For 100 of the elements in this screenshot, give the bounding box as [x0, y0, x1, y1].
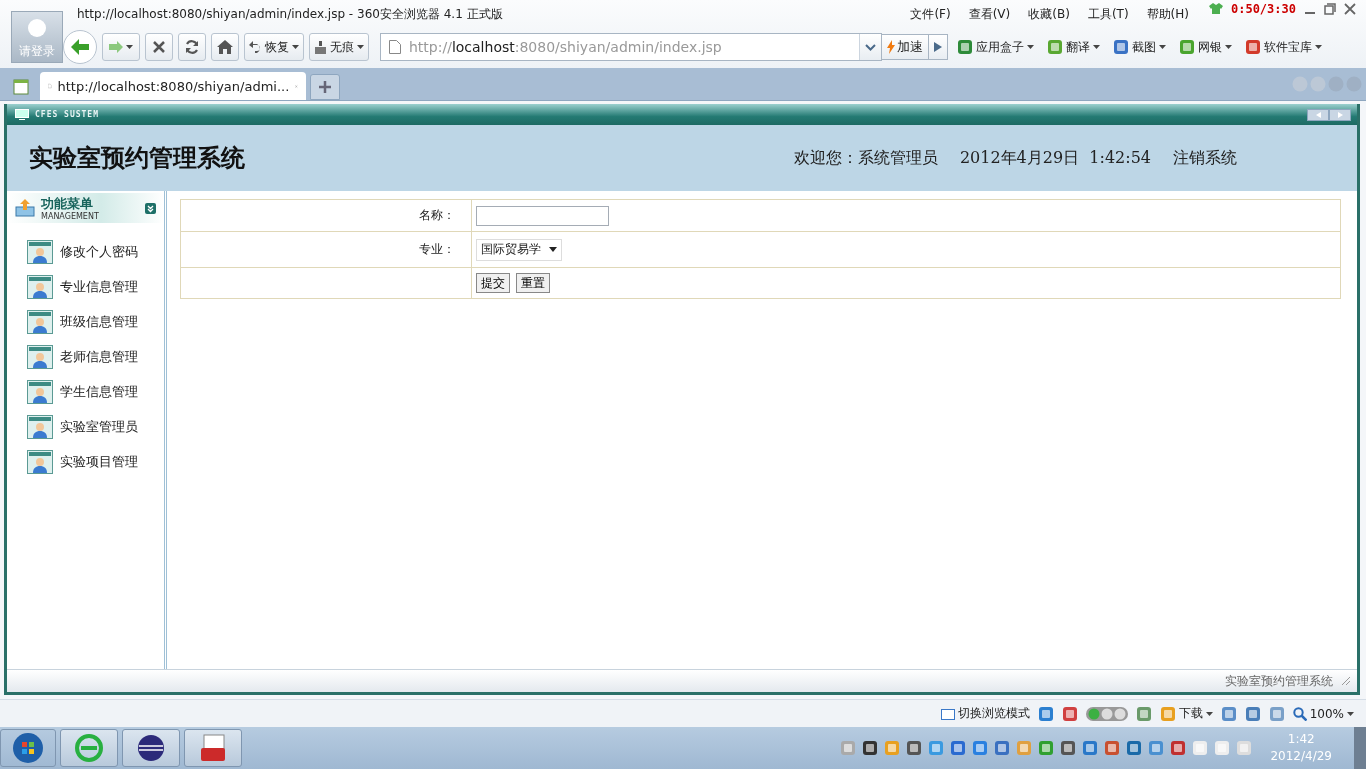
right-triangle-icon: [1337, 111, 1343, 118]
menu-item[interactable]: 帮助(H): [1146, 5, 1189, 23]
resize-grip-icon[interactable]: [1341, 676, 1351, 686]
folder-icon: [940, 707, 955, 720]
brand-label: CFES SUSTEM: [35, 110, 99, 119]
caret-icon: [126, 45, 133, 49]
browser-tab[interactable]: http://localhost:8080/shiyan/admi...: [40, 72, 306, 100]
form-button[interactable]: 重置: [516, 273, 550, 293]
caret-icon: [549, 247, 557, 252]
zoom-button[interactable]: 100%: [1292, 706, 1354, 721]
menu-item[interactable]: 修改个人密码: [27, 239, 164, 265]
field-label: 专业：: [419, 242, 456, 256]
collapse-icon[interactable]: [145, 202, 156, 214]
toolbar-item[interactable]: 截图: [1109, 38, 1170, 56]
menu-item[interactable]: 专业信息管理: [27, 274, 164, 300]
tray-icon: [1082, 740, 1099, 756]
caret-icon: [1159, 45, 1166, 49]
start-button[interactable]: [0, 729, 56, 767]
toolbar-item[interactable]: 网银: [1175, 38, 1236, 56]
go-button[interactable]: [928, 34, 948, 60]
back-button[interactable]: [63, 30, 97, 64]
start-orb-icon: [12, 732, 44, 764]
field-label: 名称：: [419, 208, 456, 222]
person-card-icon: [27, 240, 53, 264]
menu-item[interactable]: 收藏(B): [1028, 5, 1070, 23]
caret-icon: [1027, 45, 1034, 49]
taskbar-button[interactable]: [184, 729, 242, 767]
toggle-lights-icon[interactable]: [1085, 706, 1128, 721]
plus-icon: [319, 81, 331, 93]
tray-icon: [840, 740, 857, 756]
logout-link[interactable]: 注销系统: [1173, 147, 1237, 169]
refresh-icon: [184, 39, 200, 55]
tray-icon: [1126, 740, 1143, 756]
caret-icon: [1225, 45, 1232, 49]
refresh-button[interactable]: [178, 33, 206, 61]
incognito-button[interactable]: 无痕: [309, 33, 369, 61]
caret-icon: [1093, 45, 1100, 49]
name-field[interactable]: [476, 205, 609, 226]
chevron-down-icon: [865, 43, 876, 51]
menu-item[interactable]: 文件(F): [910, 5, 951, 23]
scroll-left-button[interactable]: [1307, 108, 1329, 121]
app-icon: [1113, 39, 1129, 55]
scroll-right-button[interactable]: [1329, 108, 1351, 121]
restore-window-icon[interactable]: [1324, 3, 1336, 15]
menu-title: 功能菜单: [41, 195, 94, 212]
forward-button[interactable]: [102, 33, 140, 61]
left-triangle-icon: [1315, 111, 1321, 118]
close-icon[interactable]: [1344, 3, 1356, 15]
page-icon: [389, 40, 401, 54]
welcome-text: 欢迎您：系统管理员: [793, 147, 938, 169]
menu-item[interactable]: 工具(T): [1087, 5, 1129, 23]
toolbar-item[interactable]: 翻译: [1043, 38, 1104, 56]
tray-icon: [1170, 740, 1187, 756]
stop-button[interactable]: [145, 33, 173, 61]
close-icon: [153, 41, 165, 53]
taskbar-button[interactable]: [122, 729, 180, 767]
tray-icon: [1192, 740, 1209, 756]
date-text: 2012年4月29日 1:42:54: [959, 147, 1151, 169]
upload-tray-icon: [15, 199, 35, 217]
person-card-icon: [27, 415, 53, 439]
search-icon: [1292, 706, 1307, 721]
tray-icon: [884, 740, 901, 756]
menu-subtitle: MANAGEMENT: [41, 213, 99, 221]
accelerate-button[interactable]: 加速: [881, 34, 929, 60]
app-icon: [957, 39, 973, 55]
menu-item[interactable]: 实验项目管理: [27, 449, 164, 475]
shirt-icon[interactable]: [1208, 3, 1223, 15]
tray-icon: [1060, 740, 1077, 756]
major-select[interactable]: 国际贸易学: [476, 238, 562, 261]
undo-icon: [249, 41, 262, 53]
menu-item[interactable]: 班级信息管理: [27, 309, 164, 335]
menu-item[interactable]: 查看(V): [968, 5, 1011, 23]
footer-text: 实验室预约管理系统: [1225, 672, 1333, 690]
person-card-icon: [27, 275, 53, 299]
restore-button[interactable]: 恢复: [244, 33, 304, 61]
app-icon: [1047, 39, 1063, 55]
app-icon: [1179, 39, 1195, 55]
sphere-icon: [137, 734, 165, 762]
tray-icon: [1016, 740, 1033, 756]
tray-icon: [906, 740, 923, 756]
home-icon: [217, 40, 233, 54]
browse-mode-button[interactable]: 切换浏览模式: [940, 705, 1030, 722]
play-icon: [934, 42, 942, 52]
toolbar-item[interactable]: 应用盒子: [953, 38, 1038, 56]
home-button[interactable]: [211, 33, 239, 61]
menu-item[interactable]: 实验室管理员: [27, 414, 164, 440]
toolbar-item[interactable]: 软件宝库: [1241, 38, 1326, 56]
form-button[interactable]: 提交: [476, 273, 510, 293]
tray-icon: [950, 740, 967, 756]
tray-icon: [1104, 740, 1121, 756]
menu-item[interactable]: 学生信息管理: [27, 379, 164, 405]
dropdown-button[interactable]: [859, 34, 881, 60]
login-label: 请登录: [19, 43, 55, 60]
address-field[interactable]: http://localhost:8080/shiyan/admin/index.jsp: [380, 33, 882, 61]
new-tab-button[interactable]: [310, 74, 340, 100]
tray-icon: [1038, 740, 1055, 756]
menu-item[interactable]: 老师信息管理: [27, 344, 164, 370]
caret-icon: [1205, 711, 1213, 716]
window-title: http://localhost:8080/shiyan/admin/index.jsp - 360安全浏览器 4.1 正式版: [77, 5, 503, 23]
download-button[interactable]: 下载: [1159, 705, 1213, 722]
